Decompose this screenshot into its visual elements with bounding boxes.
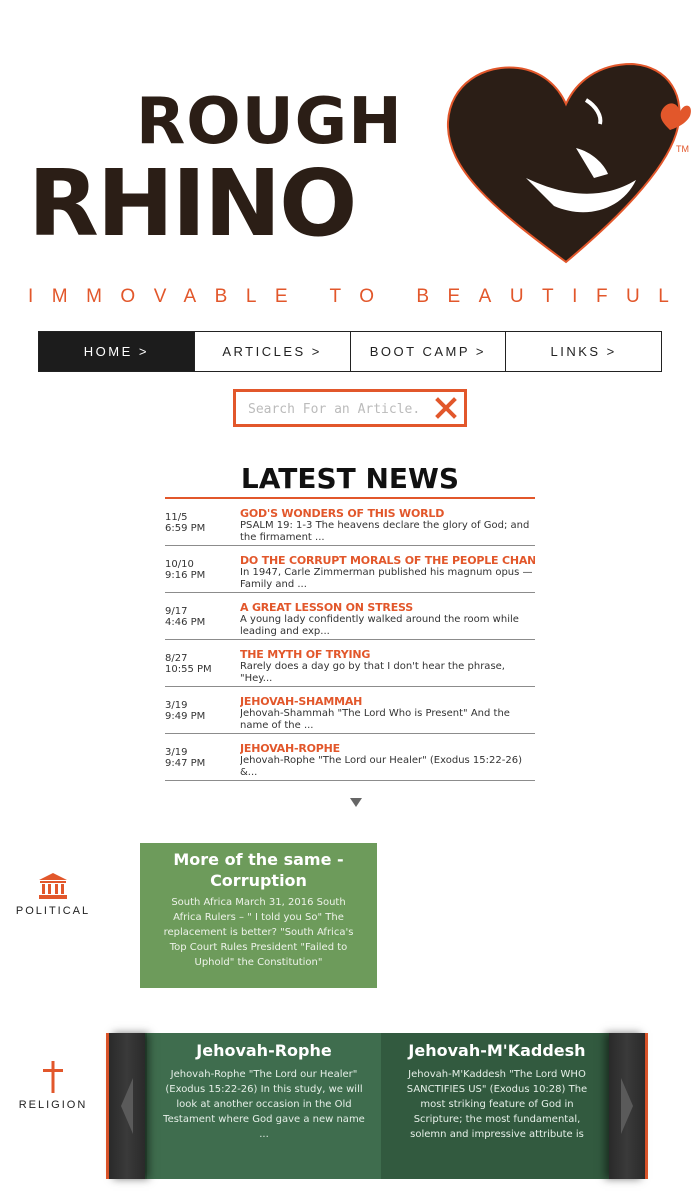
carousel-slide[interactable]: Jehovah-M'Kaddesh Jehovah-M'Kaddesh "The… — [381, 1033, 613, 1179]
logo-text-rhino: RHINO — [28, 150, 357, 257]
religion-carousel: Jehovah-Rophe Jehovah-Rophe "The Lord ou… — [106, 1033, 648, 1179]
news-item[interactable]: 9/17 4:46 PM A GREAT LESSON ON STRESS A y… — [165, 593, 535, 640]
category-label: RELIGION — [18, 1099, 88, 1111]
search-box — [233, 389, 467, 427]
news-item[interactable]: 3/19 9:47 PM JEHOVAH-ROPHE Jehovah-Rophe … — [165, 734, 535, 781]
nav-articles[interactable]: ARTICLES > — [194, 331, 351, 372]
category-political[interactable]: POLITICAL — [8, 872, 98, 917]
news-date: 9/17 4:46 PM — [165, 606, 206, 628]
government-building-icon — [39, 873, 67, 899]
news-excerpt: Jehovah-Shammah "The Lord Who is Present… — [240, 708, 510, 731]
nav-home[interactable]: HOME > — [38, 331, 195, 372]
category-label: POLITICAL — [15, 905, 91, 917]
show-more-arrow-icon[interactable] — [350, 798, 362, 807]
chevron-left-icon — [121, 1078, 133, 1134]
political-article-card[interactable]: More of the same - Corruption South Afri… — [140, 843, 377, 988]
nav-boot-camp[interactable]: BOOT CAMP > — [350, 331, 507, 372]
news-headline[interactable]: JEHOVAH-ROPHE — [240, 742, 535, 755]
card-excerpt: South Africa March 31, 2016 South Africa… — [163, 897, 354, 968]
news-date: 10/10 9:16 PM — [165, 559, 206, 581]
news-item[interactable]: 10/10 9:16 PM DO THE CORRUPT MORALS OF TH… — [165, 546, 535, 593]
news-date: 11/5 6:59 PM — [165, 512, 206, 534]
news-headline[interactable]: THE MYTH OF TRYING — [240, 648, 535, 661]
site-logo[interactable]: ROUGH RHINO TM — [28, 60, 700, 280]
main-nav: HOME > ARTICLES > BOOT CAMP > LINKS > — [38, 331, 662, 372]
news-headline[interactable]: JEHOVAH-SHAMMAH — [240, 695, 535, 708]
chevron-right-icon — [621, 1078, 633, 1134]
news-excerpt: Rarely does a day go by that I don't hea… — [240, 661, 505, 684]
slide-excerpt: Jehovah-Rophe "The Lord our Healer" (Exo… — [163, 1069, 365, 1140]
news-excerpt: A young lady confidently walked around t… — [240, 614, 519, 637]
news-headline[interactable]: DO THE CORRUPT MORALS OF THE PEOPLE CHAN… — [240, 554, 535, 567]
news-excerpt: In 1947, Carle Zimmerman published his m… — [240, 567, 533, 590]
slide-title[interactable]: Jehovah-M'Kaddesh — [381, 1041, 613, 1061]
news-item[interactable]: 11/5 6:59 PM GOD'S WONDERS OF THIS WORLD … — [165, 499, 535, 546]
category-religion[interactable]: RELIGION — [8, 1060, 98, 1111]
logo-text-rough: ROUGH — [136, 85, 403, 159]
close-x-icon[interactable] — [434, 396, 458, 420]
carousel-slide[interactable]: Jehovah-Rophe Jehovah-Rophe "The Lord ou… — [147, 1033, 381, 1179]
news-item[interactable]: 8/27 10:55 PM THE MYTH OF TRYING Rarely d… — [165, 640, 535, 687]
cross-icon — [43, 1061, 63, 1093]
rhino-heart-icon — [446, 62, 691, 264]
news-date: 3/19 9:49 PM — [165, 700, 206, 722]
news-date: 3/19 9:47 PM — [165, 747, 206, 769]
trademark-mark: TM — [676, 144, 689, 154]
search-input[interactable] — [248, 399, 428, 419]
news-headline[interactable]: GOD'S WONDERS OF THIS WORLD — [240, 507, 535, 520]
carousel-next-button[interactable] — [609, 1033, 645, 1179]
card-title[interactable]: More of the same - Corruption — [150, 849, 367, 891]
news-excerpt: Jehovah-Rophe "The Lord our Healer" (Exo… — [240, 755, 522, 778]
news-date: 8/27 10:55 PM — [165, 653, 212, 675]
news-list: 11/5 6:59 PM GOD'S WONDERS OF THIS WORLD … — [165, 499, 535, 781]
site-tagline: IMMOVABLE TO BEAUTIFUL — [28, 286, 688, 307]
slide-title[interactable]: Jehovah-Rophe — [147, 1041, 381, 1061]
slide-excerpt: Jehovah-M'Kaddesh "The Lord WHO SANCTIFI… — [406, 1069, 588, 1140]
news-excerpt: PSALM 19: 1-3 The heavens declare the gl… — [240, 520, 530, 543]
news-item[interactable]: 3/19 9:49 PM JEHOVAH-SHAMMAH Jehovah-Sham… — [165, 687, 535, 734]
nav-links[interactable]: LINKS > — [506, 331, 662, 372]
news-headline[interactable]: A GREAT LESSON ON STRESS — [240, 601, 535, 614]
carousel-prev-button[interactable] — [109, 1033, 145, 1179]
latest-news-heading: LATEST NEWS — [240, 462, 460, 495]
